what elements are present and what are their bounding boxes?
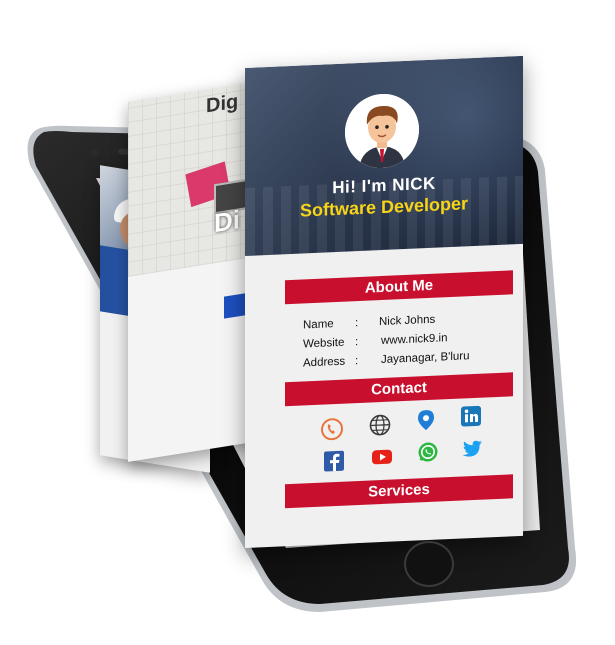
profile-card: Hi! I'm NICK Software Developer About Me… — [245, 55, 523, 549]
card2-big-title: Di — [214, 204, 240, 239]
profile-header: Hi! I'm NICK Software Developer — [245, 55, 523, 256]
about-value: Nick Johns — [379, 313, 436, 329]
about-sep: : — [355, 336, 359, 349]
youtube-icon[interactable] — [371, 446, 393, 469]
avatar — [345, 92, 419, 170]
twitter-icon[interactable] — [461, 438, 483, 461]
about-value-link[interactable]: www.nick9.in — [381, 332, 447, 347]
mockup-scene: W N W Dig Di Na W A — [0, 0, 615, 645]
services-heading: Services — [285, 474, 513, 509]
about-sep: : — [355, 317, 359, 330]
about-value: Jayanagar, B'luru — [381, 350, 470, 367]
location-icon[interactable] — [415, 409, 437, 432]
about-sep: : — [355, 355, 359, 368]
about-label: Website — [303, 336, 345, 351]
whatsapp-icon[interactable] — [417, 441, 439, 464]
avatar-illustration-icon — [345, 92, 419, 170]
contact-heading: Contact — [285, 372, 513, 407]
linkedin-icon[interactable] — [460, 405, 482, 428]
about-label: Address — [303, 355, 346, 370]
phone-home-button[interactable] — [404, 541, 454, 587]
about-label: Name — [303, 318, 334, 332]
card2-title: Dig — [206, 90, 239, 118]
facebook-icon[interactable] — [323, 450, 345, 473]
phone-icon[interactable] — [321, 418, 343, 441]
globe-icon[interactable] — [369, 414, 391, 437]
about-heading: About Me — [285, 270, 513, 305]
